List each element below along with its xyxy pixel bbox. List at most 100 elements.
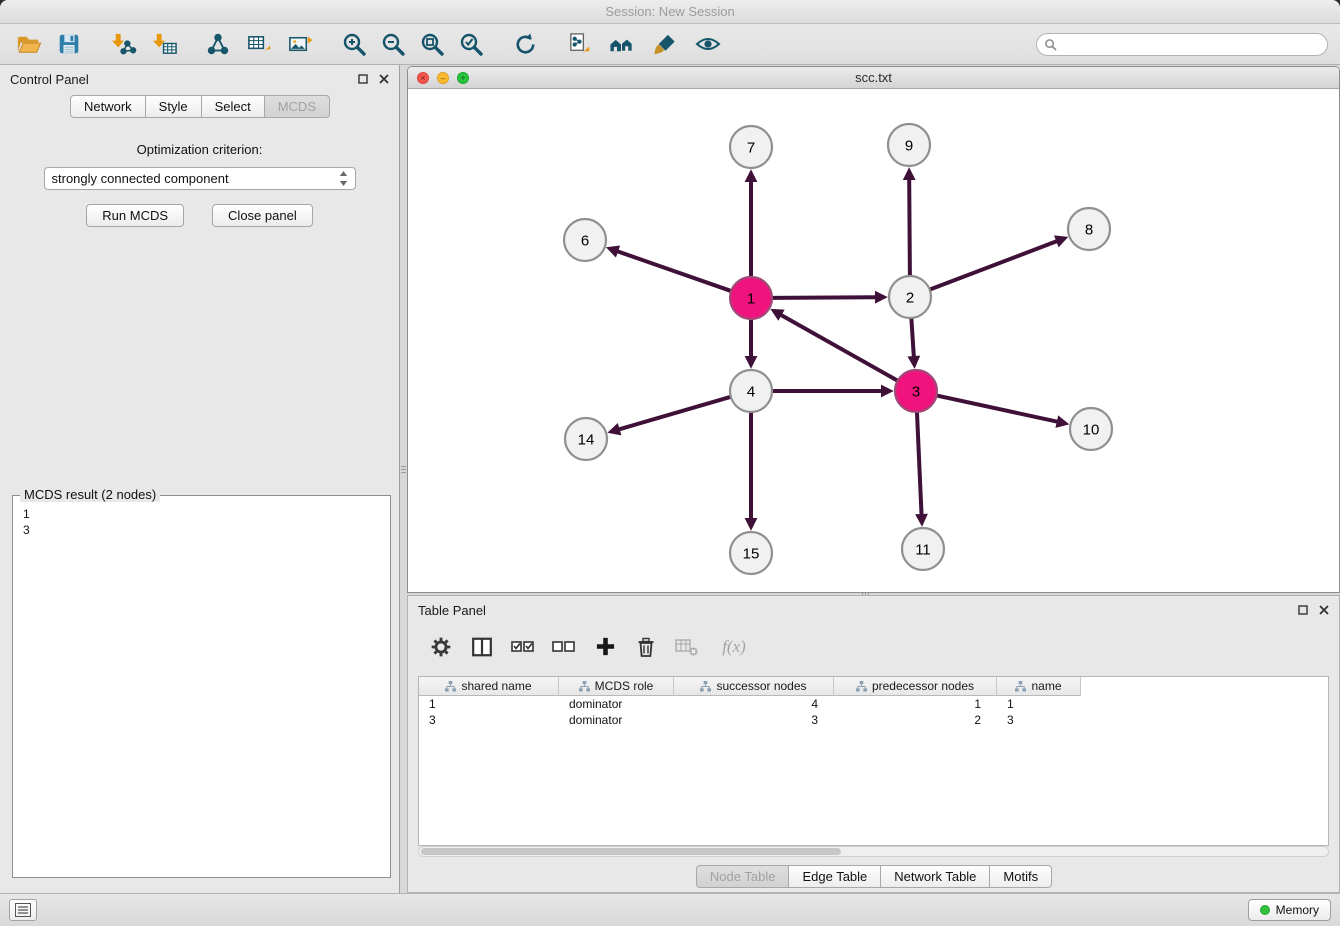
close-window-button[interactable]: ×	[417, 72, 429, 84]
tab-mcds[interactable]: MCDS	[264, 95, 330, 118]
column-header-name[interactable]: name	[997, 677, 1081, 696]
edge-2-9[interactable]	[909, 180, 910, 275]
edge-1-2[interactable]	[773, 297, 875, 298]
node-label: 8	[1085, 221, 1093, 238]
node-label: 15	[743, 545, 760, 562]
cell-name: 1	[997, 697, 1081, 711]
tab-select[interactable]: Select	[201, 95, 265, 118]
import-table-button[interactable]	[148, 28, 180, 60]
node-label: 7	[747, 139, 755, 156]
column-header-shared-name[interactable]: shared name	[419, 677, 559, 696]
zoom-in-button[interactable]	[338, 28, 370, 60]
show-all-networks-button[interactable]	[606, 28, 638, 60]
tab-motifs[interactable]: Motifs	[989, 865, 1052, 888]
column-header-predecessor-nodes[interactable]: predecessor nodes	[834, 677, 997, 696]
run-mcds-button[interactable]: Run MCDS	[86, 204, 184, 227]
node-2[interactable]: 2	[889, 276, 931, 318]
node-label: 2	[906, 289, 914, 306]
import-network-icon	[110, 31, 137, 58]
new-network-from-table-button[interactable]	[243, 28, 275, 60]
zoom-out-button[interactable]	[377, 28, 409, 60]
edge-3-1[interactable]	[782, 315, 897, 380]
node-4[interactable]: 4	[730, 370, 772, 412]
table-row[interactable]: 3dominator323	[419, 712, 1328, 728]
node-1[interactable]: 1	[730, 277, 772, 319]
node-3[interactable]: 3	[895, 370, 937, 412]
mcds-result-value: 3	[13, 522, 390, 538]
close-panel-icon[interactable]	[379, 74, 389, 84]
table-panel-title: Table Panel	[418, 603, 486, 618]
edge-3-11[interactable]	[917, 413, 922, 514]
column-header-MCDS-role[interactable]: MCDS role	[559, 677, 674, 696]
open-folder-icon	[15, 31, 42, 58]
import-table-icon	[151, 31, 178, 58]
show-columns-button[interactable]	[469, 634, 495, 660]
scrollbar-thumb[interactable]	[421, 848, 841, 855]
network-window-titlebar[interactable]: × – + scc.txt	[408, 67, 1339, 89]
memory-button[interactable]: Memory	[1248, 899, 1331, 921]
node-label: 11	[915, 541, 931, 558]
delete-table-button[interactable]	[674, 634, 700, 660]
cell-predecessor-nodes: 1	[834, 697, 997, 711]
node-15[interactable]: 15	[730, 532, 772, 574]
node-7[interactable]: 7	[730, 126, 772, 168]
new-network-button[interactable]	[202, 28, 234, 60]
edge-3-10[interactable]	[938, 396, 1057, 422]
apply-style-button[interactable]	[649, 28, 681, 60]
network-table-icon	[246, 31, 273, 58]
column-header-successor-nodes[interactable]: successor nodes	[674, 677, 834, 696]
tab-network[interactable]: Network	[70, 95, 146, 118]
float-table-panel-icon[interactable]	[1298, 605, 1308, 615]
tab-style[interactable]: Style	[145, 95, 202, 118]
minimize-window-button[interactable]: –	[437, 72, 449, 84]
show-panels-button[interactable]	[9, 899, 37, 921]
network-icon	[205, 31, 231, 57]
cell-successor-nodes: 3	[674, 713, 834, 727]
import-network-button[interactable]	[107, 28, 139, 60]
edge-1-6[interactable]	[618, 252, 730, 291]
tab-node-table[interactable]: Node Table	[696, 865, 790, 888]
table-settings-button[interactable]	[428, 634, 454, 660]
delete-column-button[interactable]	[633, 634, 659, 660]
node-6[interactable]: 6	[564, 219, 606, 261]
columns-icon	[471, 636, 493, 658]
trash-icon	[635, 636, 657, 658]
show-hide-graphics-button[interactable]	[692, 28, 724, 60]
table-row[interactable]: 1dominator411	[419, 696, 1328, 712]
node-8[interactable]: 8	[1068, 208, 1110, 250]
clone-network-button[interactable]	[563, 28, 595, 60]
criterion-dropdown[interactable]: strongly connected component	[44, 167, 356, 190]
tab-network-table[interactable]: Network Table	[880, 865, 990, 888]
function-builder-button[interactable]: f(x)	[715, 634, 753, 660]
save-session-button[interactable]	[53, 28, 85, 60]
table-horizontal-scrollbar[interactable]	[418, 846, 1329, 857]
create-column-button[interactable]	[592, 634, 618, 660]
zoom-fit-button[interactable]	[416, 28, 448, 60]
select-all-columns-button[interactable]	[510, 634, 536, 660]
node-11[interactable]: 11	[902, 528, 944, 570]
export-image-button[interactable]	[284, 28, 316, 60]
edge-4-14[interactable]	[620, 397, 730, 429]
maximize-window-button[interactable]: +	[457, 72, 469, 84]
open-session-button[interactable]	[12, 28, 44, 60]
float-panel-icon[interactable]	[358, 74, 368, 84]
edge-2-3[interactable]	[911, 319, 913, 356]
search-input[interactable]	[1036, 33, 1328, 56]
unselect-all-columns-button[interactable]	[551, 634, 577, 660]
node-10[interactable]: 10	[1070, 408, 1112, 450]
gear-icon	[430, 636, 452, 658]
node-9[interactable]: 9	[888, 124, 930, 166]
node-14[interactable]: 14	[565, 418, 607, 460]
close-table-panel-icon[interactable]	[1319, 605, 1329, 615]
close-panel-button[interactable]: Close panel	[212, 204, 313, 227]
vertical-splitter[interactable]	[400, 456, 407, 482]
tab-edge-table[interactable]: Edge Table	[788, 865, 881, 888]
apply-layout-button[interactable]	[509, 28, 541, 60]
network-canvas[interactable]: 7 9 6 8 1 2 4 3 14 10 15 11	[408, 89, 1339, 592]
zoom-selected-button[interactable]	[455, 28, 487, 60]
edge-2-8[interactable]	[931, 241, 1057, 289]
attribute-icon	[1015, 681, 1026, 692]
column-header-label: predecessor nodes	[872, 679, 974, 693]
window-titlebar[interactable]: Session: New Session	[0, 0, 1340, 24]
control-panel-title: Control Panel	[10, 72, 89, 87]
